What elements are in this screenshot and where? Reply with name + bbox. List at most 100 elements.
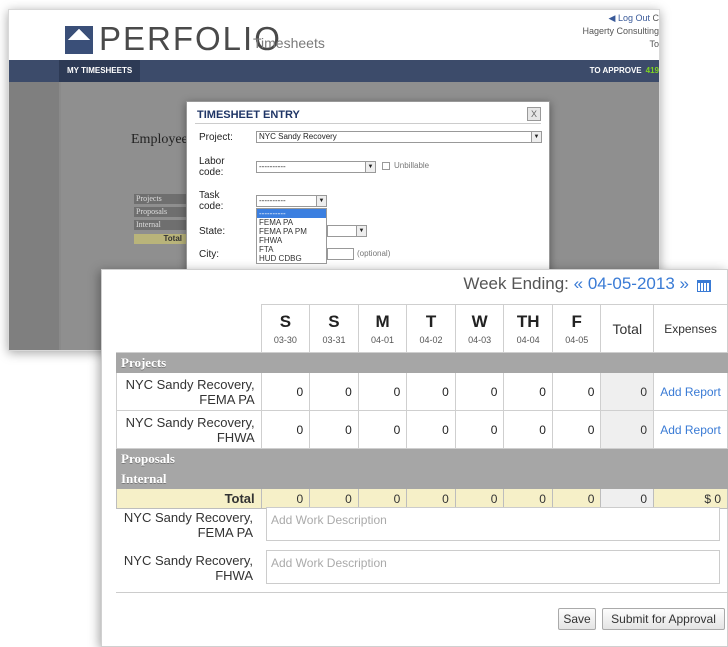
city-input[interactable] (327, 248, 354, 260)
description-label-line2: FEMA PA (197, 525, 253, 540)
background-sidebar (9, 82, 59, 350)
logout-label[interactable]: Log Out (618, 13, 650, 23)
task-option[interactable]: ---------- (257, 209, 326, 218)
task-code-select[interactable]: ---------- ▼ (256, 195, 327, 207)
calendar-icon[interactable] (697, 280, 711, 292)
hours-cell[interactable]: 0 (260, 410, 311, 449)
work-description-input[interactable]: Add Work Description (266, 550, 720, 584)
logout-link[interactable]: ◀ Log Out (609, 13, 650, 23)
row-project-name: NYC Sandy Recovery, FEMA PA (116, 372, 262, 411)
submit-for-approval-button[interactable]: Submit for Approval (602, 608, 725, 630)
table-row: NYC Sandy Recovery, FHWA 0 0 0 0 0 0 0 0 … (116, 410, 728, 449)
mini-total: Total (134, 234, 186, 244)
day-total-cell: 0 (406, 488, 456, 509)
project-name-line1: NYC Sandy Recovery, (125, 414, 255, 430)
dialog-divider (195, 123, 541, 124)
add-report-link[interactable]: Add Report (653, 410, 728, 449)
day-letter: S (279, 311, 292, 331)
day-total-cell: 0 (260, 488, 311, 509)
day-letter: S (328, 311, 340, 331)
state-select[interactable]: ▼ (327, 225, 367, 237)
project-select[interactable]: NYC Sandy Recovery ▼ (256, 131, 542, 143)
optional-label: (optional) (357, 249, 391, 258)
header-blank (116, 304, 262, 353)
description-label: NYC Sandy Recovery, FEMA PA (116, 510, 259, 540)
day-letter: M (375, 311, 390, 331)
hours-cell[interactable]: 0 (309, 372, 359, 411)
timesheet-table: S 03-30 S 03-31 M 04-01 T 04-02 W 04-03 TH 04-… (116, 304, 728, 509)
day-header: T 04-02 (406, 304, 456, 353)
day-header: W 04-03 (454, 304, 505, 353)
day-header: S 03-30 (260, 304, 311, 353)
hours-cell[interactable]: 0 (406, 372, 456, 411)
hours-cell[interactable]: 0 (406, 410, 456, 449)
hours-cell[interactable]: 0 (503, 410, 553, 449)
section-label: Internal (116, 468, 728, 489)
task-option[interactable]: FEMA PA PM (257, 227, 326, 236)
day-letter: W (471, 311, 488, 331)
nav-to-approve[interactable]: TO APPROVE 419 (590, 60, 659, 82)
day-letter: T (425, 311, 437, 331)
hours-cell[interactable]: 0 (503, 372, 553, 411)
day-date: 04-03 (468, 334, 492, 345)
next-week-link[interactable]: » (680, 274, 689, 293)
total-header: Total (600, 304, 655, 353)
task-option[interactable]: HUD CDBG (257, 254, 326, 263)
row-total-cell: 0 (600, 410, 655, 449)
labor-code-select[interactable]: ---------- ▼ (256, 161, 376, 173)
project-select-value: NYC Sandy Recovery (259, 132, 337, 141)
unbillable-checkbox[interactable] (382, 162, 390, 170)
task-option[interactable]: FEMA PA (257, 218, 326, 227)
expenses-header: Expenses (653, 304, 728, 353)
day-date: 04-01 (371, 334, 395, 345)
close-icon[interactable]: X (527, 107, 541, 121)
hours-cell[interactable]: 0 (454, 410, 505, 449)
task-option[interactable]: FHWA (257, 236, 326, 245)
chevron-down-icon: ▼ (365, 162, 375, 172)
add-report-link[interactable]: Add Report (653, 372, 728, 411)
task-option[interactable]: FTA (257, 245, 326, 254)
to-approve-count: 419 (645, 66, 659, 75)
prev-week-link[interactable]: « (574, 274, 583, 293)
chevron-down-icon: ▼ (316, 196, 326, 206)
description-label: NYC Sandy Recovery, FHWA (116, 553, 259, 583)
company-name: Hagerty Consulting (582, 26, 659, 36)
row-project-name: NYC Sandy Recovery, FHWA (116, 410, 262, 449)
save-button[interactable]: Save (558, 608, 596, 630)
day-total-cell: 0 (357, 488, 408, 509)
dialog-title: TIMESHEET ENTRY (197, 109, 300, 121)
timesheet-panel: Week Ending: « 04-05-2013 » S 03-30 S 03-3… (101, 269, 728, 647)
nav-to-approve-label[interactable]: TO APPROVE (590, 66, 642, 75)
task-code-label: Task code: (199, 190, 224, 212)
day-letter: F (571, 311, 582, 331)
nav-my-timesheets[interactable]: MY TIMESHEETS (59, 60, 141, 82)
total-row-label: Total (116, 488, 262, 509)
hours-cell[interactable]: 0 (551, 372, 602, 411)
hours-cell[interactable]: 0 (551, 410, 602, 449)
table-header-row: S 03-30 S 03-31 M 04-01 T 04-02 W 04-03 TH 04-… (116, 304, 728, 353)
hours-cell[interactable]: 0 (357, 410, 408, 449)
hours-cell[interactable]: 0 (260, 372, 311, 411)
mini-projects: Projects (134, 194, 186, 204)
section-label: Projects (116, 352, 728, 373)
day-date: 03-31 (322, 334, 346, 345)
chevron-down-icon: ▼ (531, 132, 541, 142)
section-proposals: Proposals (116, 448, 728, 469)
section-projects: Projects (116, 352, 728, 373)
week-ending-date[interactable]: 04-05-2013 (588, 274, 675, 293)
day-date: 03-30 (273, 334, 297, 345)
day-letter: TH (516, 311, 540, 331)
day-total-cell: 0 (309, 488, 359, 509)
work-description-input[interactable]: Add Work Description (266, 507, 720, 541)
hours-cell[interactable]: 0 (454, 372, 505, 411)
week-ending-header: Week Ending: « 04-05-2013 » (463, 274, 689, 294)
mini-proposals: Proposals (134, 207, 186, 217)
state-label: State: (199, 226, 226, 237)
grand-total-cell: 0 (600, 488, 655, 509)
hours-cell[interactable]: 0 (309, 410, 359, 449)
city-label: City: (199, 249, 219, 260)
description-label-line1: NYC Sandy Recovery, (123, 553, 253, 568)
day-date: 04-04 (516, 334, 540, 345)
project-name-line2: FEMA PA (199, 391, 255, 407)
hours-cell[interactable]: 0 (357, 372, 408, 411)
